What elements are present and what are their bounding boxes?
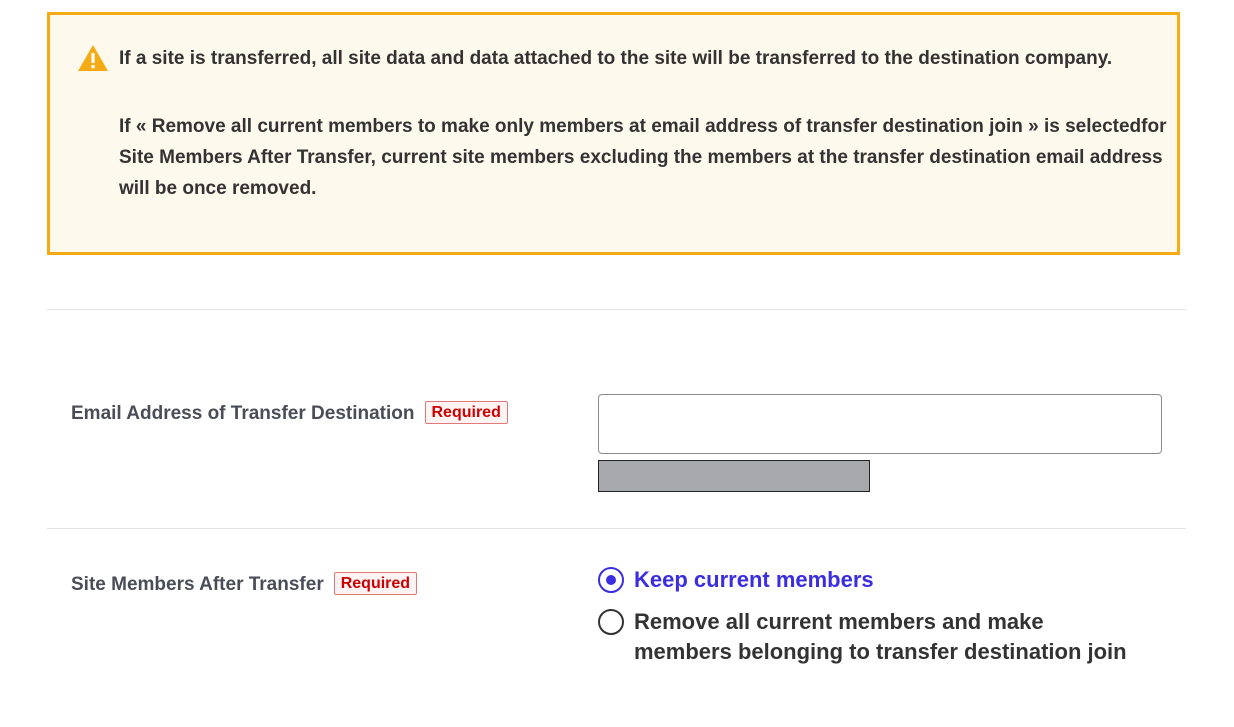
members-field-label-row: Site Members After Transfer Required: [71, 572, 418, 596]
alert-paragraph-transfer-data: If a site is transferred, all site data …: [119, 48, 1113, 69]
transfer-destination-email-input[interactable]: [598, 394, 1162, 454]
required-badge: Required: [333, 572, 418, 595]
radio-button-unchecked[interactable]: [598, 609, 624, 635]
radio-remove-current-members[interactable]: Remove all current members and make memb…: [598, 607, 1134, 667]
members-field-label: Site Members After Transfer: [71, 574, 324, 595]
radio-label-remove-current-members: Remove all current members and make memb…: [634, 609, 1127, 664]
radio-keep-current-members[interactable]: Keep current members: [598, 565, 1134, 595]
redacted-block: [598, 460, 870, 492]
alert-message: If a site is transferred, all site data …: [119, 43, 1169, 204]
radio-label-keep-current-members: Keep current members: [634, 567, 874, 592]
section-divider: [47, 309, 1186, 310]
section-divider: [47, 528, 1186, 529]
email-field-label-row: Email Address of Transfer Destination Req…: [71, 401, 508, 425]
email-field-label: Email Address of Transfer Destination: [71, 403, 415, 424]
transfer-warning-alert: If a site is transferred, all site data …: [47, 12, 1180, 255]
alert-paragraph-member-removal: If « Remove all current members to make …: [119, 116, 1167, 199]
warning-triangle-icon: [78, 45, 108, 71]
radio-button-checked[interactable]: [598, 567, 624, 593]
required-badge: Required: [424, 401, 508, 424]
